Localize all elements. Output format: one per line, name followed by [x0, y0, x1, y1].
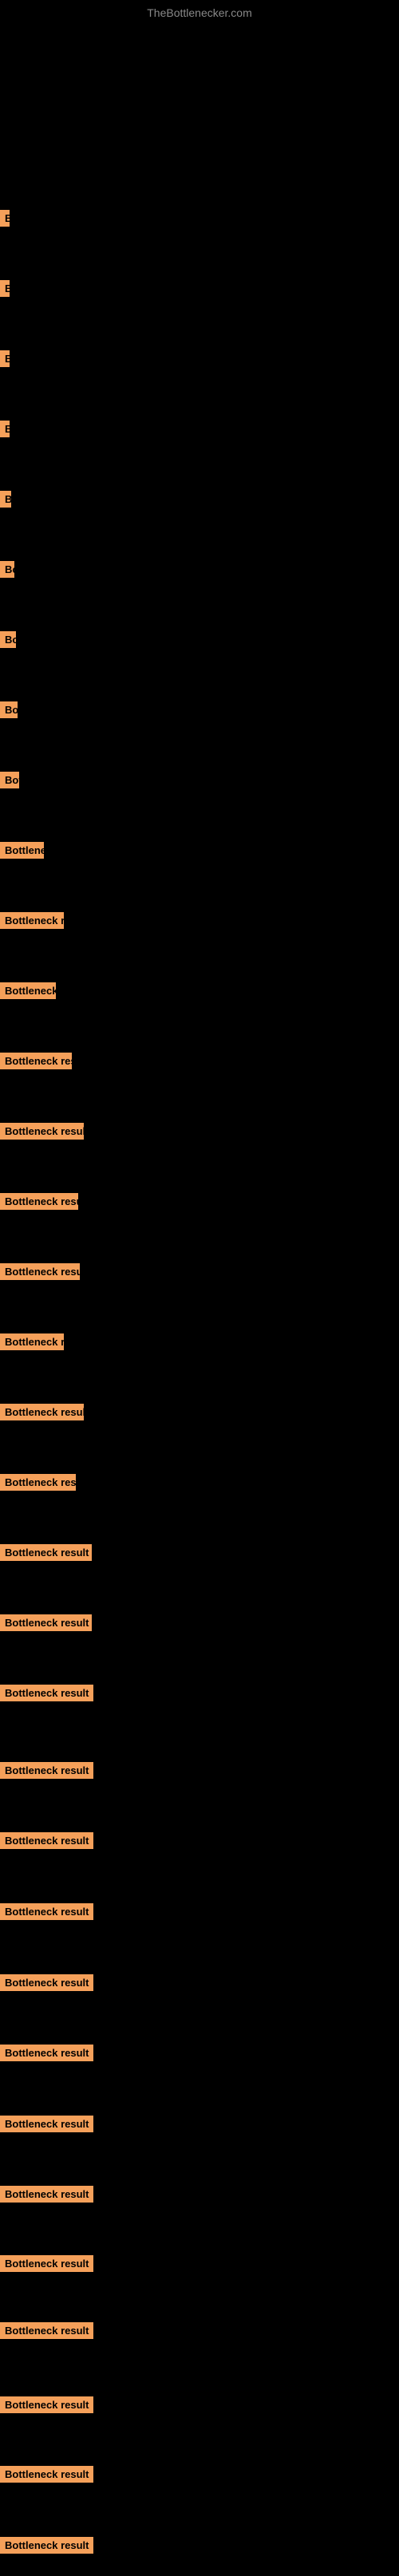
result-label: Bottleneck result	[0, 1053, 72, 1069]
result-label: Bottleneck result	[0, 631, 16, 648]
result-item: Bottleneck result	[0, 278, 10, 298]
result-item: Bottleneck result	[0, 2535, 93, 2555]
result-label: Bottleneck result	[0, 2045, 93, 2061]
result-item: Bottleneck result	[0, 559, 14, 579]
result-label: Bottleneck result	[0, 842, 44, 859]
site-title-bar: TheBottlenecker.com	[0, 0, 399, 22]
result-item: Bottleneck result	[0, 2042, 93, 2063]
result-label: Bottleneck result	[0, 2116, 93, 2132]
result-label: Bottleneck result	[0, 2537, 93, 2554]
result-label: Bottleneck result	[0, 1123, 84, 1140]
result-item: Bottleneck result	[0, 1331, 64, 1352]
result-label: Bottleneck result	[0, 2466, 93, 2483]
result-label: Bottleneck result	[0, 1685, 93, 1701]
result-label: Bottleneck result	[0, 1974, 93, 1991]
result-label: Bottleneck result	[0, 1474, 76, 1491]
result-label: Bottleneck result	[0, 2255, 93, 2272]
result-label: Bottleneck result	[0, 912, 64, 929]
result-item: Bottleneck result	[0, 488, 11, 509]
result-item: Bottleneck result	[0, 910, 64, 930]
result-item: Bottleneck result	[0, 1120, 84, 1141]
result-label: Bottleneck result	[0, 1903, 93, 1920]
result-item: Bottleneck result	[0, 1401, 84, 1422]
result-label: Bottleneck result	[0, 1193, 78, 1210]
result-label: Bottleneck result	[0, 1832, 93, 1849]
result-label: Bottleneck result	[0, 1544, 92, 1561]
result-item: Bottleneck result	[0, 1261, 80, 1282]
result-item: Bottleneck result	[0, 1760, 93, 1780]
result-item: Bottleneck result	[0, 1612, 92, 1633]
result-item: Bottleneck result	[0, 1972, 93, 1993]
result-label: Bottleneck result	[0, 701, 18, 718]
result-label: Bottleneck result	[0, 2396, 93, 2413]
result-item: Bottleneck result	[0, 2183, 93, 2204]
result-label: Bottleneck result	[0, 561, 14, 578]
result-item: Bottleneck result	[0, 1542, 92, 1563]
result-label: Bottleneck result	[0, 280, 10, 297]
result-label: Bottleneck result	[0, 772, 19, 788]
result-item: Bottleneck result	[0, 348, 10, 369]
result-item: Bottleneck result	[0, 1191, 78, 1211]
result-item: Bottleneck result	[0, 2463, 93, 2484]
result-label: Bottleneck result	[0, 350, 10, 367]
result-item: Bottleneck result	[0, 2253, 93, 2274]
result-item: Bottleneck result	[0, 2320, 93, 2341]
result-item: Bottleneck result	[0, 1682, 93, 1703]
result-item: Bottleneck result	[0, 1901, 93, 1922]
result-item: Bottleneck result	[0, 629, 16, 650]
result-label: Bottleneck result	[0, 982, 56, 999]
site-title: TheBottlenecker.com	[0, 0, 399, 22]
result-item: Bottleneck result	[0, 1830, 93, 1851]
result-item: Bottleneck result	[0, 769, 19, 790]
result-item: Bottleneck result	[0, 980, 56, 1001]
result-label: Bottleneck result	[0, 2322, 93, 2339]
result-item: Bottleneck result	[0, 2394, 93, 2415]
result-item: Bottleneck result	[0, 207, 10, 228]
result-item: Bottleneck result	[0, 2113, 93, 2134]
result-label: Bottleneck result	[0, 210, 10, 227]
result-label: Bottleneck result	[0, 421, 10, 437]
result-label: Bottleneck result	[0, 1404, 84, 1420]
result-label: Bottleneck result	[0, 1614, 92, 1631]
result-label: Bottleneck result	[0, 1333, 64, 1350]
result-item: Bottleneck result	[0, 418, 10, 439]
result-label: Bottleneck result	[0, 1762, 93, 1779]
result-item: Bottleneck result	[0, 1050, 72, 1071]
result-item: Bottleneck result	[0, 699, 18, 720]
result-label: Bottleneck result	[0, 2186, 93, 2203]
result-label: Bottleneck result	[0, 1263, 80, 1280]
result-item: Bottleneck result	[0, 1472, 76, 1492]
results-container: Bottleneck result Bottleneck result Bottle…	[0, 22, 399, 2576]
result-item: Bottleneck result	[0, 840, 44, 860]
result-label: Bottleneck result	[0, 491, 11, 508]
